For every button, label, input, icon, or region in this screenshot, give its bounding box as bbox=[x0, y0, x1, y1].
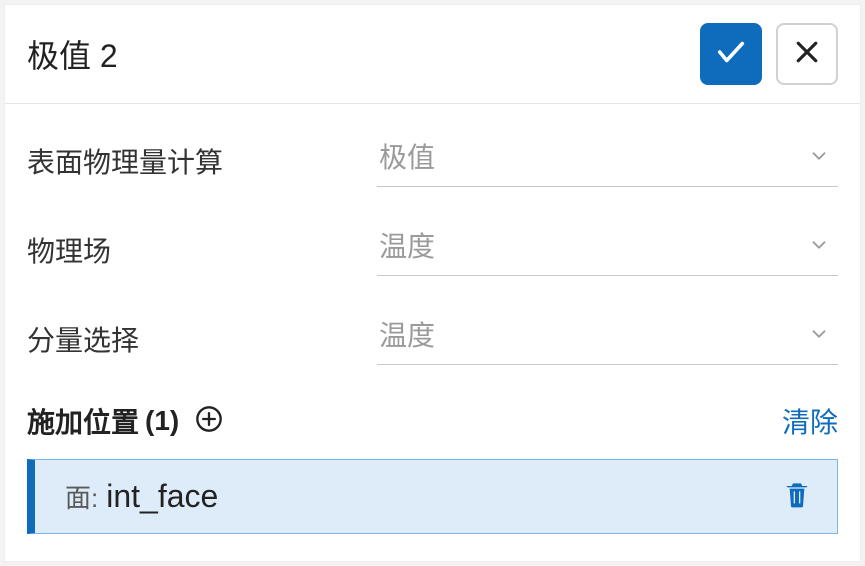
chevron-down-icon bbox=[806, 232, 832, 258]
surface-calc-select[interactable]: 极值 bbox=[377, 134, 838, 187]
add-location-button[interactable] bbox=[193, 405, 225, 437]
item-prefix: 面: bbox=[65, 478, 98, 515]
select-value: 极值 bbox=[379, 136, 806, 176]
panel-body: 表面物理量计算 极值 物理场 温度 分量选择 温度 bbox=[5, 104, 860, 544]
field-label: 分量选择 bbox=[27, 319, 377, 359]
confirm-button[interactable] bbox=[700, 23, 762, 85]
clear-button[interactable]: 清除 bbox=[782, 401, 838, 441]
item-name: int_face bbox=[106, 478, 779, 515]
chevron-down-icon bbox=[806, 321, 832, 347]
field-label: 表面物理量计算 bbox=[27, 141, 377, 181]
field-physics: 物理场 温度 bbox=[27, 223, 838, 276]
location-title: 施加位置 bbox=[27, 401, 139, 441]
check-icon bbox=[714, 35, 748, 74]
component-select[interactable]: 温度 bbox=[377, 312, 838, 365]
trash-icon bbox=[781, 478, 813, 515]
delete-item-button[interactable] bbox=[779, 479, 815, 515]
field-label: 物理场 bbox=[27, 230, 377, 270]
close-icon bbox=[792, 37, 822, 72]
physics-select[interactable]: 温度 bbox=[377, 223, 838, 276]
cancel-button[interactable] bbox=[776, 23, 838, 85]
select-value: 温度 bbox=[379, 314, 806, 354]
field-component: 分量选择 温度 bbox=[27, 312, 838, 365]
chevron-down-icon bbox=[806, 143, 832, 169]
header-actions bbox=[700, 23, 838, 85]
settings-panel: 极值 2 表面物理量计算 极值 物 bbox=[4, 4, 861, 562]
location-item[interactable]: 面: int_face bbox=[27, 459, 838, 534]
panel-title: 极值 2 bbox=[27, 31, 700, 77]
location-section-header: 施加位置 (1) 清除 bbox=[27, 401, 838, 441]
select-value: 温度 bbox=[379, 225, 806, 265]
plus-circle-icon bbox=[195, 405, 223, 438]
location-count: (1) bbox=[145, 405, 179, 437]
panel-header: 极值 2 bbox=[5, 5, 860, 104]
field-surface-calc: 表面物理量计算 极值 bbox=[27, 134, 838, 187]
